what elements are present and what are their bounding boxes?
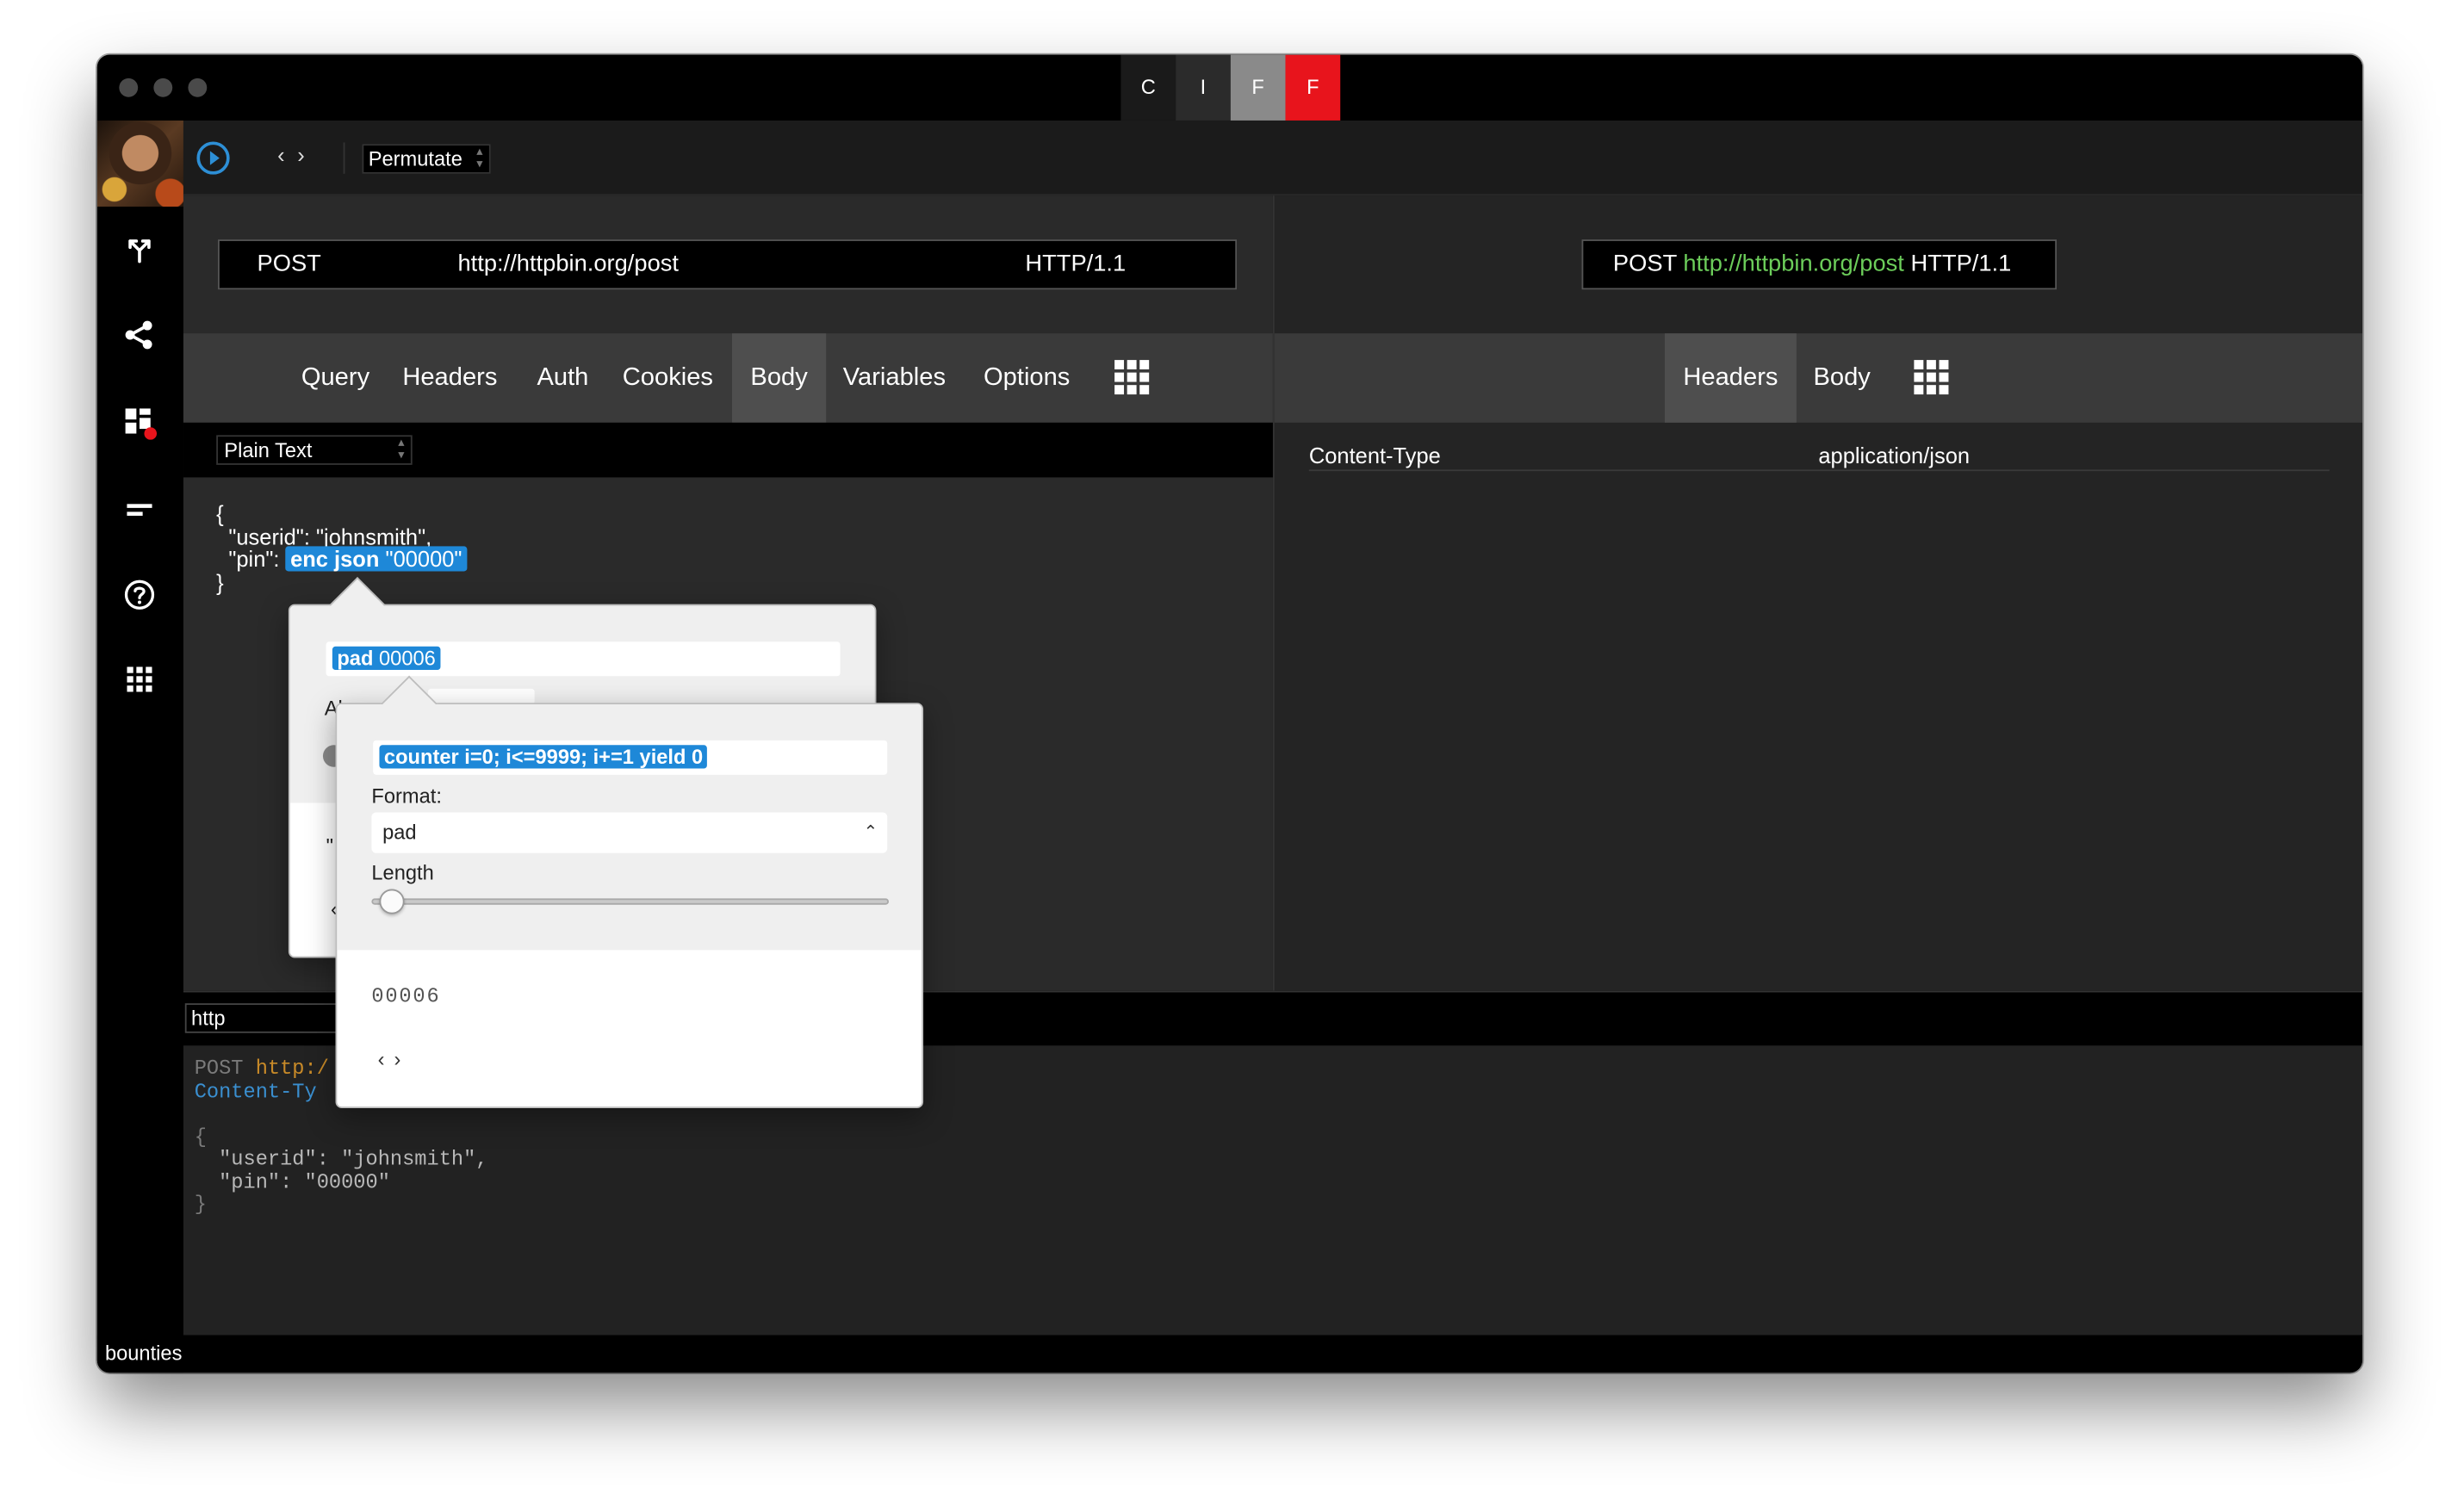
raw-format-value: http	[191, 1006, 226, 1031]
tab-body[interactable]: Body	[732, 333, 827, 423]
dashboard-icon[interactable]	[122, 406, 158, 440]
tag-argument: 00006	[373, 646, 436, 671]
response-header-row: Content-Type application/json	[1308, 443, 2330, 472]
tag-function: pad	[337, 646, 374, 671]
request-tab-bar: Query Headers Auth Cookies Body Variables Opti…	[183, 333, 1273, 423]
body-type-value: Plain Text	[224, 437, 313, 462]
request-url-bar[interactable]: POST http://httpbin.org/post HTTP/1.1	[218, 239, 1238, 290]
response-protocol: HTTP/1.1	[1910, 250, 2012, 277]
tag-argument: "00000"	[379, 546, 462, 572]
updown-icon: ▴ ▾	[398, 435, 405, 462]
mode-select-value: Permutate	[368, 146, 462, 171]
raw-line: {	[194, 1125, 207, 1149]
tag-function: enc json	[290, 546, 380, 572]
request-protocol[interactable]: HTTP/1.1	[1025, 241, 1126, 288]
code-line: "pin": enc json "00000"	[216, 546, 467, 572]
updown-icon: ▴ ▾	[476, 144, 483, 171]
enc-json-tag[interactable]: enc json "00000"	[285, 546, 467, 572]
code-line: }	[216, 568, 224, 594]
length-label: Length	[371, 860, 434, 885]
play-icon[interactable]	[196, 141, 231, 176]
response-tab-body[interactable]: Body	[1797, 333, 1888, 423]
response-more-grid-icon[interactable]	[1914, 360, 1949, 395]
length-slider[interactable]	[371, 898, 890, 905]
raw-token: "pin": "00000"	[194, 1169, 390, 1194]
format-select-value: pad	[382, 820, 417, 844]
title-bar: CIFF	[96, 54, 2362, 121]
request-method[interactable]: POST	[258, 241, 321, 288]
raw-token: "userid": "johnsmith",	[194, 1147, 488, 1171]
zoom-window-button[interactable]	[188, 77, 208, 97]
tab-auth[interactable]: Auth	[518, 333, 606, 423]
preview-next-button[interactable]: ›	[394, 1047, 410, 1070]
minimize-window-button[interactable]	[153, 77, 173, 97]
raw-token: http:/	[255, 1057, 329, 1081]
response-url-bar: POST http://httpbin.org/post HTTP/1.1	[1581, 239, 2058, 290]
close-window-button[interactable]	[119, 77, 139, 97]
updown-icon: ⌃	[863, 823, 878, 842]
request-body-editor[interactable]: { "userid": "johnsmith", "pin": enc json…	[216, 503, 467, 593]
format-label: Format:	[371, 784, 442, 808]
tab-options[interactable]: Options	[967, 333, 1086, 423]
raw-line: Content-Ty	[194, 1079, 317, 1103]
title-tab-3[interactable]: F	[1285, 54, 1341, 121]
menu-lines-icon[interactable]	[122, 493, 157, 528]
history-nav: ‹›	[277, 142, 317, 167]
raw-format-input[interactable]: http	[184, 1003, 350, 1033]
format-select[interactable]: pad ⌃	[371, 812, 888, 853]
preview-value: 00006	[371, 984, 441, 1008]
next-arrow-button[interactable]: ›	[297, 142, 317, 167]
preview-nav: ‹›	[378, 1047, 411, 1070]
title-tab-2[interactable]: F	[1230, 54, 1286, 121]
code-key: "pin":	[216, 546, 286, 572]
merge-icon[interactable]	[122, 233, 157, 268]
response-tab-bar: Headers Body	[1274, 333, 2362, 423]
sidebar	[96, 120, 183, 1373]
counter-tag-text: counter i=0; i<=9999; i+=1 yield 0	[383, 745, 704, 769]
title-tab-0[interactable]: C	[1120, 54, 1176, 121]
response-url[interactable]: http://httpbin.org/post	[1683, 251, 1904, 277]
tab-cookies[interactable]: Cookies	[610, 333, 726, 423]
request-more-grid-icon[interactable]	[1114, 360, 1150, 395]
status-text: bounties	[104, 1341, 183, 1366]
prev-arrow-button[interactable]: ‹	[277, 142, 297, 167]
tab-query[interactable]: Query	[277, 333, 394, 423]
raw-token: Content-Ty	[194, 1079, 317, 1103]
tab-headers[interactable]: Headers	[394, 333, 506, 423]
pad-tag-field[interactable]: pad 00006	[326, 641, 841, 677]
toolbar-divider	[343, 142, 345, 174]
preview-prev-button[interactable]: ‹	[378, 1047, 394, 1070]
title-tab-1[interactable]: I	[1176, 54, 1231, 121]
header-value: application/json	[1818, 443, 1971, 468]
response-panel: POST http://httpbin.org/post HTTP/1.1 He…	[1272, 195, 2362, 991]
toolbar: ‹› Permutate ▴ ▾	[183, 120, 2362, 196]
code-line: {	[216, 500, 224, 526]
request-url[interactable]: http://httpbin.org/post	[457, 241, 679, 288]
apps-grid-icon[interactable]	[122, 662, 157, 697]
raw-line: "pin": "00000"	[194, 1169, 390, 1194]
status-bar	[96, 1335, 2362, 1373]
body-type-select[interactable]: Plain Text ▴ ▾	[216, 435, 413, 465]
mode-select[interactable]: Permutate ▴ ▾	[362, 144, 491, 174]
counter-tag-field[interactable]: counter i=0; i<=9999; i+=1 yield 0	[373, 740, 888, 775]
body-header: Plain Text ▴ ▾	[183, 422, 1273, 478]
pad-preview-text: "	[326, 833, 334, 858]
raw-line: }	[194, 1193, 207, 1217]
help-icon[interactable]	[122, 578, 157, 612]
share-icon[interactable]	[122, 318, 157, 352]
raw-token: }	[194, 1193, 207, 1217]
raw-line: POST http:/	[194, 1057, 329, 1081]
counter-popover: counter i=0; i<=9999; i+=1 yield 0 Forma…	[335, 675, 924, 1109]
code-line: "userid": "johnsmith",	[216, 524, 432, 549]
counter-tag[interactable]: counter i=0; i<=9999; i+=1 yield 0	[379, 745, 708, 769]
response-tab-headers[interactable]: Headers	[1664, 333, 1797, 423]
tab-variables[interactable]: Variables	[829, 333, 959, 423]
response-method: POST	[1612, 250, 1677, 277]
raw-token: POST	[194, 1057, 256, 1081]
header-name: Content-Type	[1308, 443, 1441, 468]
raw-line: "userid": "johnsmith",	[194, 1147, 488, 1171]
avatar[interactable]	[96, 120, 183, 207]
raw-token: {	[194, 1125, 207, 1149]
pad-tag[interactable]: pad 00006	[332, 646, 441, 671]
